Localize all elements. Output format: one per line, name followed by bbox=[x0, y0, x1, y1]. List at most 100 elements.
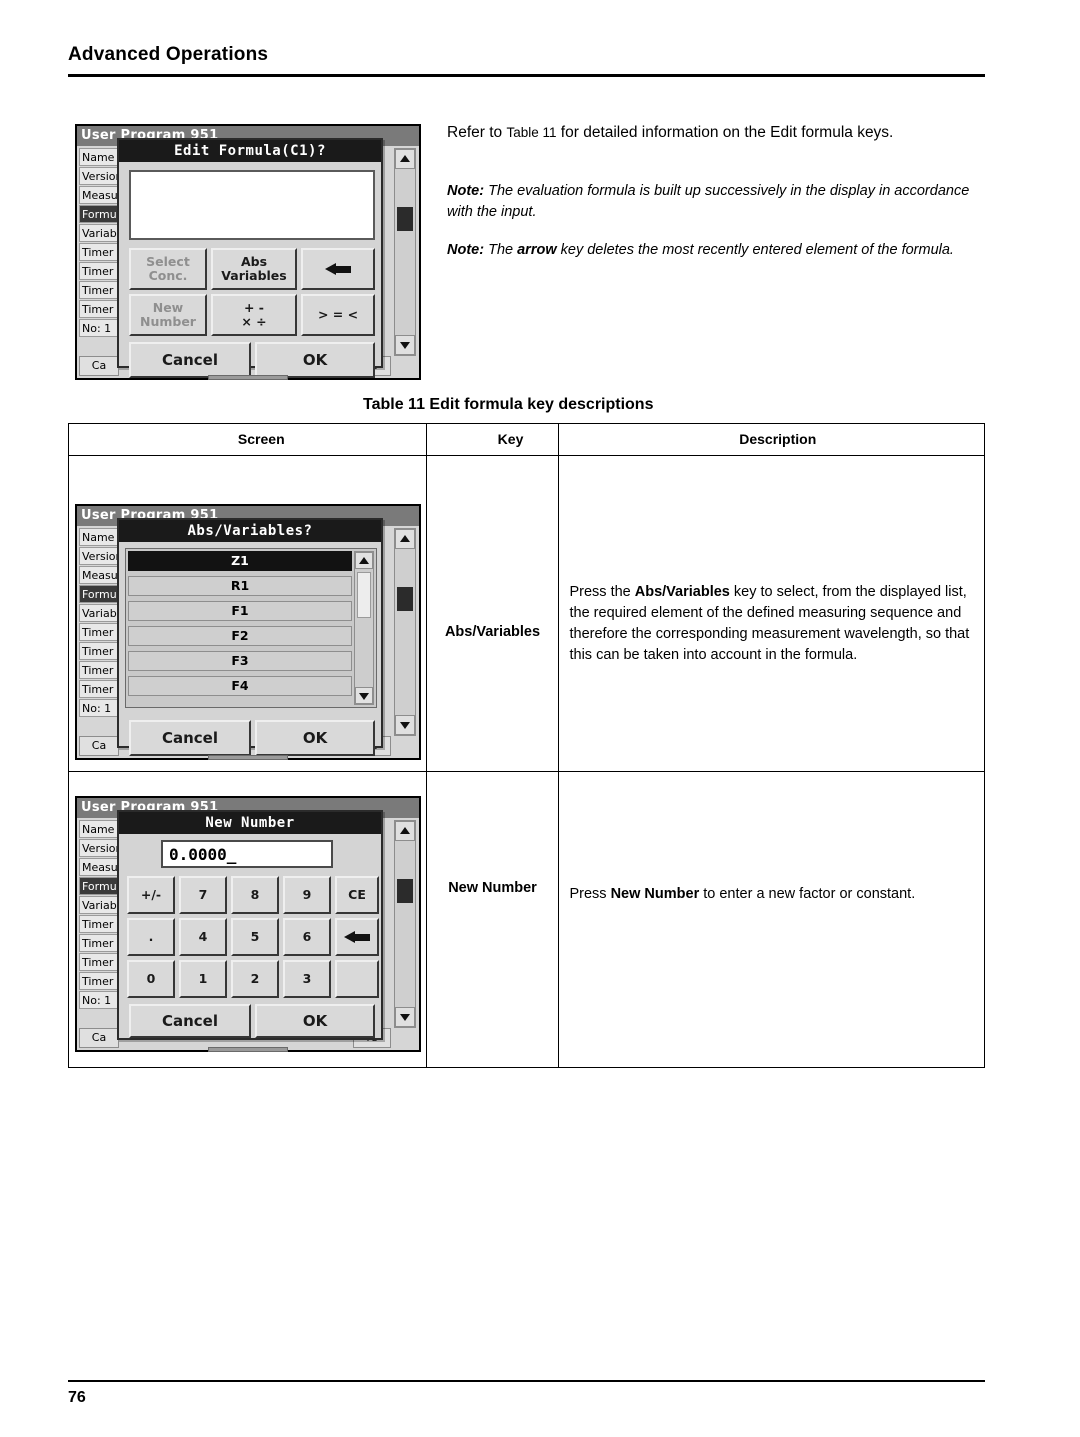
table-caption-number: Table 11 bbox=[363, 396, 425, 413]
digit-7-key[interactable]: 7 bbox=[179, 876, 227, 914]
table-row: User Program 951 Name Version Measu Form… bbox=[68, 455, 985, 772]
header-rule bbox=[68, 74, 985, 77]
screenshot-edit-formula: User Program 951 Name Version Measu Form… bbox=[75, 124, 421, 380]
note-text-b: key deletes the most recently entered el… bbox=[556, 242, 954, 258]
screenshot-new-number: User Program 951 Name Version Measu Form… bbox=[75, 796, 421, 1052]
header-screen: Screen bbox=[68, 423, 427, 456]
backspace-key[interactable] bbox=[335, 918, 379, 956]
footer-rule bbox=[68, 1380, 985, 1382]
cell-key-new-number: New Number bbox=[425, 771, 560, 1068]
desc-text-a: Press bbox=[569, 886, 611, 902]
digit-0-key[interactable]: 0 bbox=[127, 960, 175, 998]
note-text-a: The bbox=[484, 242, 518, 258]
cell-description-abs-variables: Press the Abs/Variables key to select, f… bbox=[558, 455, 985, 772]
cell-key-abs-variables: Abs/Variables bbox=[425, 455, 560, 772]
sign-key[interactable]: +/- bbox=[127, 876, 175, 914]
select-conc-button[interactable]: Select Conc. bbox=[129, 248, 207, 290]
device-foot bbox=[208, 1047, 288, 1052]
decimal-point-key[interactable]: . bbox=[127, 918, 175, 956]
scroll-thumb[interactable] bbox=[397, 879, 413, 903]
backspace-arrow-button[interactable] bbox=[301, 248, 375, 290]
cell-screen-new-number: User Program 951 Name Version Measu Form… bbox=[68, 771, 427, 1068]
list-item[interactable]: Z1 bbox=[128, 551, 352, 571]
intro-text-a: Refer to bbox=[447, 124, 507, 141]
edit-formula-dialog: Edit Formula(C1)? Select Conc. Abs Variabl… bbox=[117, 138, 383, 378]
scroll-down-icon[interactable] bbox=[395, 335, 415, 355]
comparison-operators-button[interactable]: > = < bbox=[301, 294, 375, 336]
note-text: The evaluation formula is built up succe… bbox=[447, 183, 970, 220]
formula-input[interactable] bbox=[129, 170, 375, 240]
table-header-row: Screen Key Description bbox=[68, 423, 985, 456]
intro-paragraph: Refer to Table 11 for detailed informati… bbox=[447, 122, 987, 144]
device-scrollbar[interactable] bbox=[394, 820, 416, 1028]
device-scrollbar[interactable] bbox=[394, 528, 416, 736]
clear-entry-key[interactable]: CE bbox=[335, 876, 379, 914]
scroll-down-icon[interactable] bbox=[355, 687, 373, 704]
table-row: User Program 951 Name Version Measu Form… bbox=[68, 771, 985, 1068]
cancel-button[interactable]: Cancel bbox=[129, 342, 251, 378]
blank-key[interactable] bbox=[335, 960, 379, 998]
bg-cancel-button[interactable]: Ca bbox=[79, 356, 119, 376]
note-bold-word: arrow bbox=[517, 242, 557, 258]
dialog-title: New Number bbox=[119, 812, 381, 834]
dialog-title: Abs/Variables? bbox=[119, 520, 381, 542]
digit-9-key[interactable]: 9 bbox=[283, 876, 331, 914]
list-item[interactable]: F1 bbox=[128, 601, 352, 621]
cancel-button[interactable]: Cancel bbox=[129, 1004, 251, 1038]
digit-4-key[interactable]: 4 bbox=[179, 918, 227, 956]
ok-button[interactable]: OK bbox=[255, 720, 375, 756]
new-number-button[interactable]: New Number bbox=[129, 294, 207, 336]
digit-5-key[interactable]: 5 bbox=[231, 918, 279, 956]
list-item[interactable]: F3 bbox=[128, 651, 352, 671]
digit-8-key[interactable]: 8 bbox=[231, 876, 279, 914]
ok-button[interactable]: OK bbox=[255, 1004, 375, 1038]
edit-formula-key-table: Screen Key Description User Program 951 … bbox=[68, 423, 985, 1068]
scroll-thumb[interactable] bbox=[397, 207, 413, 231]
abs-variables-dialog: Abs/Variables? Z1 R1 F1 F2 F3 F4 Cancel … bbox=[117, 518, 383, 756]
scroll-thumb[interactable] bbox=[357, 572, 371, 618]
header-key: Key bbox=[425, 423, 560, 456]
bg-cancel-button[interactable]: Ca bbox=[79, 1028, 119, 1048]
intro-text-b: for detailed information on the Edit for… bbox=[556, 124, 894, 141]
new-number-dialog: New Number 0.0000_ +/- 7 8 9 CE . 4 5 6 bbox=[117, 810, 383, 1040]
screenshot-abs-variables: User Program 951 Name Version Measu Form… bbox=[75, 504, 421, 760]
table-caption: Table 11 Edit formula key descriptions bbox=[363, 396, 653, 414]
note-evaluation-formula: Note: The evaluation formula is built up… bbox=[447, 181, 987, 222]
dialog-title: Edit Formula(C1)? bbox=[119, 140, 381, 162]
desc-text-b: to enter a new factor or constant. bbox=[699, 886, 916, 902]
abs-variables-list[interactable]: Z1 R1 F1 F2 F3 F4 bbox=[125, 548, 377, 708]
bg-cancel-button[interactable]: Ca bbox=[79, 736, 119, 756]
list-item[interactable]: R1 bbox=[128, 576, 352, 596]
digit-2-key[interactable]: 2 bbox=[231, 960, 279, 998]
scroll-up-icon[interactable] bbox=[395, 529, 415, 549]
note-label: Note: bbox=[447, 183, 485, 199]
list-item[interactable]: F2 bbox=[128, 626, 352, 646]
desc-bold: New Number bbox=[610, 886, 700, 902]
scroll-up-icon[interactable] bbox=[395, 821, 415, 841]
list-scrollbar[interactable] bbox=[354, 551, 374, 705]
desc-bold: Abs/Variables bbox=[634, 584, 730, 600]
device-scrollbar[interactable] bbox=[394, 148, 416, 356]
arithmetic-operators-button[interactable]: + - × ÷ bbox=[211, 294, 297, 336]
scroll-thumb[interactable] bbox=[397, 587, 413, 611]
scroll-up-icon[interactable] bbox=[395, 149, 415, 169]
digit-1-key[interactable]: 1 bbox=[179, 960, 227, 998]
scroll-down-icon[interactable] bbox=[395, 1007, 415, 1027]
digit-3-key[interactable]: 3 bbox=[283, 960, 331, 998]
ok-button[interactable]: OK bbox=[255, 342, 375, 378]
abs-variables-button[interactable]: Abs Variables bbox=[211, 248, 297, 290]
digit-6-key[interactable]: 6 bbox=[283, 918, 331, 956]
cancel-button[interactable]: Cancel bbox=[129, 720, 251, 756]
page-number: 76 bbox=[68, 1389, 86, 1406]
header-description: Description bbox=[558, 423, 985, 456]
note-arrow-key: Note: The arrow key deletes the most rec… bbox=[447, 240, 987, 261]
page-title: Advanced Operations bbox=[68, 44, 269, 65]
list-item[interactable]: F4 bbox=[128, 676, 352, 696]
scroll-down-icon[interactable] bbox=[395, 715, 415, 735]
page: Advanced Operations Refer to Table 11 fo… bbox=[0, 0, 1080, 1437]
desc-text-a: Press the bbox=[569, 584, 635, 600]
note-label: Note: bbox=[447, 242, 485, 258]
arrow-left-icon bbox=[344, 930, 370, 944]
scroll-up-icon[interactable] bbox=[355, 552, 373, 569]
number-display[interactable]: 0.0000_ bbox=[161, 840, 333, 868]
